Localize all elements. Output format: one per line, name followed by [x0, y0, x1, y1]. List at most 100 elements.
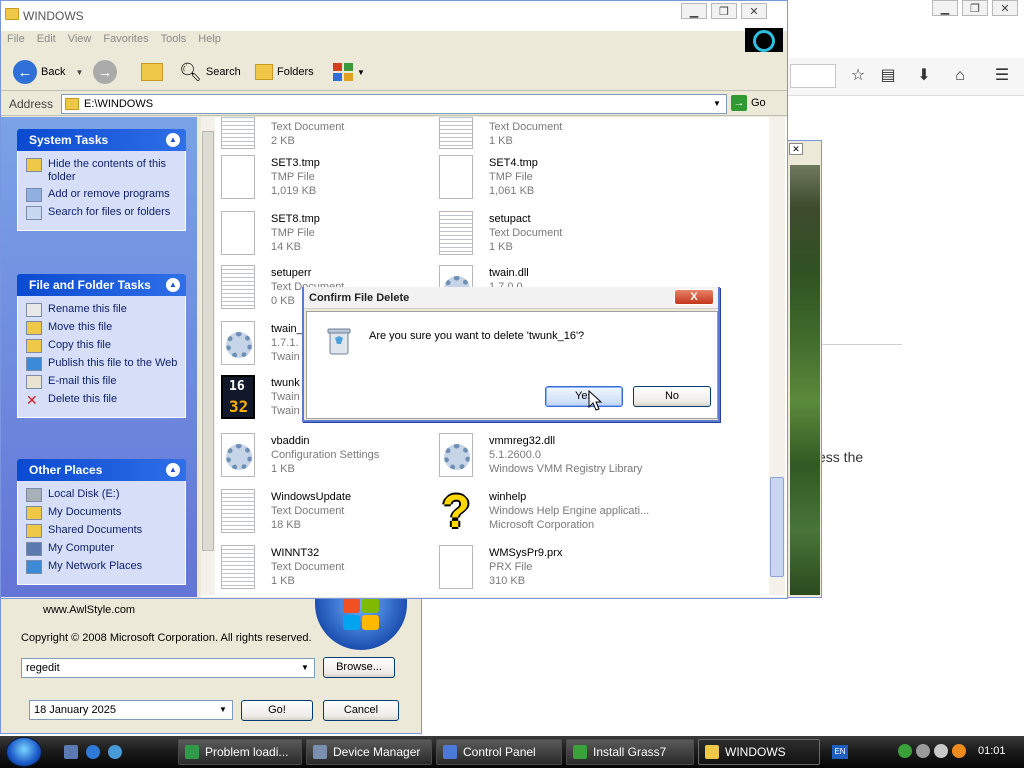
cancel-button[interactable]: Cancel — [323, 700, 399, 721]
taskbar-label: WINDOWS — [725, 745, 786, 759]
task-link[interactable]: Move this file — [26, 321, 179, 335]
task-link[interactable]: Hide the contents of this folder — [26, 158, 179, 184]
close-icon[interactable]: ✕ — [992, 0, 1018, 16]
chevron-down-icon[interactable]: ▼ — [298, 661, 312, 675]
scrollbar-thumb[interactable] — [770, 477, 784, 577]
search-button[interactable]: 🔍︎ Search — [179, 60, 241, 84]
close-icon[interactable]: ✕ — [741, 3, 767, 19]
file-item[interactable]: Text Document 1 KB — [439, 117, 653, 157]
task-link[interactable]: My Network Places — [26, 560, 179, 574]
taskbar-button[interactable]: Problem loadi... — [178, 739, 302, 765]
menu-favorites[interactable]: Favorites — [97, 31, 154, 47]
text-document-icon — [439, 211, 473, 255]
volume-tray-icon[interactable] — [934, 744, 948, 758]
file-item[interactable]: SET8.tmp TMP File 14 KB — [221, 211, 435, 263]
task-link[interactable]: My Computer — [26, 542, 179, 556]
title-bar[interactable]: WINDOWS ▁ ❐ ✕ — [1, 1, 787, 31]
close-icon[interactable]: X — [674, 289, 714, 305]
task-link[interactable]: Search for files or folders — [26, 206, 179, 220]
file-item[interactable]: SET3.tmp TMP File 1,019 KB — [221, 155, 435, 207]
minimize-icon[interactable]: ▁ — [681, 3, 707, 19]
search-tray-icon[interactable] — [952, 744, 966, 758]
home-icon[interactable]: ⌂ — [950, 66, 970, 86]
bookmark-star-icon[interactable]: ☆ — [848, 66, 868, 86]
browser-url-field[interactable] — [790, 64, 836, 88]
file-item[interactable]: vmmreg32.dll 5.1.2600.0 Windows VMM Regist… — [439, 433, 653, 485]
task-link[interactable]: My Documents — [26, 506, 179, 520]
menu-tools[interactable]: Tools — [155, 31, 193, 47]
panel-header[interactable]: System Tasks ▲ — [17, 129, 186, 151]
menu-help[interactable]: Help — [192, 31, 227, 47]
back-button[interactable]: ← Back ▼ — [13, 60, 83, 84]
menu-icon[interactable]: ☰ — [992, 66, 1012, 86]
browse-button[interactable]: Browse... — [323, 657, 395, 678]
taskbar-button[interactable]: WINDOWS — [698, 739, 820, 765]
chevron-down-icon[interactable]: ▼ — [216, 703, 230, 717]
maximize-icon[interactable]: ❐ — [962, 0, 988, 16]
no-button[interactable]: No — [633, 386, 711, 407]
dialog-title-bar[interactable]: Confirm File Delete X — [304, 287, 718, 309]
forward-button[interactable]: → — [93, 60, 117, 84]
collapse-chevron-icon[interactable]: ▲ — [166, 133, 180, 147]
download-icon[interactable]: ⬇ — [914, 66, 934, 86]
network-tray-icon[interactable] — [898, 744, 912, 758]
reading-list-icon[interactable]: ▤ — [878, 66, 898, 86]
command-combobox[interactable]: regedit ▼ — [21, 658, 315, 678]
task-label: Rename this file — [48, 303, 127, 315]
address-input[interactable]: E:\WINDOWS ▼ — [61, 94, 727, 114]
taskbar-button[interactable]: Install Grass7 — [566, 739, 694, 765]
yes-button[interactable]: Yes — [545, 386, 623, 407]
task-link[interactable]: Add or remove programs — [26, 188, 179, 202]
file-item[interactable]: SET4.tmp TMP File 1,061 KB — [439, 155, 653, 207]
collapse-chevron-icon[interactable]: ▲ — [166, 463, 180, 477]
chevron-down-icon[interactable]: ▼ — [710, 97, 724, 111]
address-go-button[interactable]: → Go — [731, 95, 766, 111]
go-arrow-icon: → — [731, 95, 747, 111]
task-link[interactable]: Local Disk (E:) — [26, 488, 179, 502]
email-icon — [26, 375, 42, 389]
menu-view[interactable]: View — [62, 31, 98, 47]
scrollbar-thumb[interactable] — [202, 131, 214, 551]
file-item[interactable]: vbaddin Configuration Settings 1 KB — [221, 433, 435, 485]
file-item[interactable]: WindowsUpdate Text Document 18 KB — [221, 489, 435, 541]
show-desktop-icon[interactable] — [64, 745, 78, 759]
start-button[interactable] — [6, 737, 42, 767]
maximize-icon[interactable]: ❐ — [711, 3, 737, 19]
file-item[interactable]: setupact Text Document 1 KB — [439, 211, 653, 263]
views-button[interactable]: ▼ — [333, 60, 365, 84]
up-folder-button[interactable] — [141, 60, 163, 84]
taskbar-button[interactable]: Device Manager — [306, 739, 432, 765]
task-link[interactable]: E-mail this file — [26, 375, 179, 389]
file-item[interactable]: Text Document 2 KB — [221, 117, 435, 157]
chevron-down-icon[interactable]: ▼ — [75, 68, 83, 77]
file-list-scrollbar[interactable] — [769, 117, 785, 595]
collapse-chevron-icon[interactable]: ▲ — [166, 278, 180, 292]
settings-file-icon — [221, 433, 255, 477]
panel-header[interactable]: Other Places ▲ — [17, 459, 186, 481]
language-indicator[interactable]: EN — [832, 745, 848, 759]
task-link[interactable]: Shared Documents — [26, 524, 179, 538]
file-item[interactable]: WINNT32 Text Document 1 KB — [221, 545, 435, 597]
settings-tray-icon[interactable] — [916, 744, 930, 758]
date-picker[interactable]: 18 January 2025 ▼ — [29, 700, 233, 720]
file-icon — [221, 211, 255, 255]
internet-explorer-icon[interactable] — [86, 745, 100, 759]
task-link[interactable]: Publish this file to the Web — [26, 357, 179, 371]
task-link[interactable]: Rename this file — [26, 303, 179, 317]
panel-header[interactable]: File and Folder Tasks ▲ — [17, 274, 186, 296]
file-name: winhelp — [489, 491, 527, 503]
task-link[interactable]: Copy this file — [26, 339, 179, 353]
media-player-icon[interactable] — [108, 745, 122, 759]
file-item[interactable]: WMSysPr9.prx PRX File 310 KB — [439, 545, 653, 597]
menu-file[interactable]: File — [1, 31, 31, 47]
minimize-icon[interactable]: ▁ — [932, 0, 958, 16]
go-button[interactable]: Go! — [241, 700, 313, 721]
file-item[interactable]: ? winhelp Windows Help Engine applicati...… — [439, 488, 653, 541]
task-link[interactable]: ✕ Delete this file — [26, 393, 179, 407]
close-icon[interactable]: ✕ — [789, 143, 803, 155]
task-pane-scrollbar[interactable] — [201, 117, 215, 595]
folders-button[interactable]: Folders — [255, 60, 314, 84]
taskbar-button[interactable]: Control Panel — [436, 739, 562, 765]
chevron-down-icon[interactable]: ▼ — [357, 68, 365, 77]
menu-edit[interactable]: Edit — [31, 31, 62, 47]
